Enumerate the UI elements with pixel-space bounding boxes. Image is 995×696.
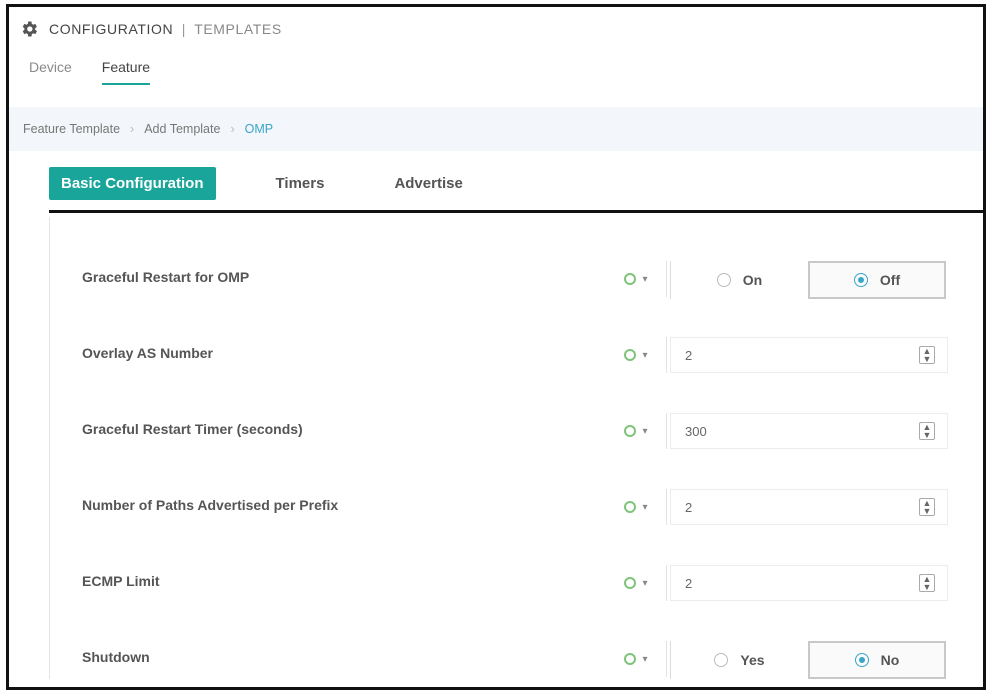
input-value: 2: [685, 499, 693, 515]
form-row-ecmp-limit: ECMP Limit ▾ 2 ▲ ▼: [50, 561, 973, 605]
field-label: Shutdown: [82, 649, 150, 665]
ecmp-limit-input[interactable]: 2 ▲ ▼: [670, 565, 948, 601]
app-window: CONFIGURATION | TEMPLATES Device Feature…: [6, 4, 986, 690]
form-panel: Graceful Restart for OMP ▾ On Off Overla…: [49, 217, 973, 679]
field-label: Overlay AS Number: [82, 345, 213, 361]
spinner-icon[interactable]: ▲ ▼: [919, 422, 935, 440]
input-value: 2: [685, 347, 693, 363]
breadcrumb: Feature Template › Add Template › OMP: [9, 107, 983, 151]
scope-dropdown[interactable]: ▾: [606, 261, 667, 297]
tab-timers[interactable]: Timers: [276, 175, 325, 192]
spinner-icon[interactable]: ▲ ▼: [919, 498, 935, 516]
breadcrumb-feature-template[interactable]: Feature Template: [23, 122, 120, 136]
form-row-paths-per-prefix: Number of Paths Advertised per Prefix ▾ …: [50, 485, 973, 529]
default-scope-icon: [624, 501, 637, 513]
tab-advertise[interactable]: Advertise: [394, 175, 462, 192]
default-scope-icon: [624, 425, 637, 437]
form-row-overlay-as: Overlay AS Number ▾ 2 ▲ ▼: [50, 333, 973, 377]
scope-dropdown[interactable]: ▾: [606, 565, 667, 601]
graceful-restart-timer-input[interactable]: 300 ▲ ▼: [670, 413, 948, 449]
radio-on[interactable]: On: [670, 261, 808, 299]
default-scope-icon: [624, 577, 637, 589]
radio-label: On: [742, 272, 763, 288]
field-label: Graceful Restart Timer (seconds): [82, 421, 303, 437]
radio-icon: [716, 273, 731, 287]
breadcrumb-separator: ›: [130, 122, 135, 136]
form-row-shutdown: Shutdown ▾ Yes No: [50, 637, 973, 681]
field-label: Graceful Restart for OMP: [82, 269, 250, 285]
scope-dropdown[interactable]: ▾: [606, 641, 667, 677]
title-separator: |: [181, 21, 186, 37]
section-divider: [49, 210, 983, 213]
field-label: ECMP Limit: [82, 573, 160, 589]
radio-label: No: [880, 652, 900, 668]
radio-selected-icon: [854, 653, 869, 667]
section-tabs: Basic Configuration Timers Advertise: [49, 167, 533, 200]
chevron-down-icon: ▾: [642, 653, 648, 665]
form-row-graceful-restart: Graceful Restart for OMP ▾ On Off: [50, 257, 973, 301]
title-main: CONFIGURATION: [49, 21, 174, 37]
radio-yes[interactable]: Yes: [670, 641, 808, 679]
default-scope-icon: [624, 273, 637, 285]
radio-no[interactable]: No: [808, 641, 946, 679]
breadcrumb-separator: ›: [230, 122, 235, 136]
radio-label: Yes: [740, 652, 765, 668]
chevron-down-icon: ▾: [642, 349, 648, 361]
tab-basic-configuration[interactable]: Basic Configuration: [49, 167, 216, 200]
title-bar: CONFIGURATION | TEMPLATES: [9, 7, 983, 51]
chevron-down-icon: ▾: [642, 501, 648, 513]
input-value: 300: [685, 423, 707, 439]
overlay-as-number-input[interactable]: 2 ▲ ▼: [670, 337, 948, 373]
radio-off[interactable]: Off: [808, 261, 946, 299]
default-scope-icon: [624, 653, 637, 665]
page-title: CONFIGURATION | TEMPLATES: [49, 21, 282, 37]
breadcrumb-add-template[interactable]: Add Template: [144, 122, 220, 136]
breadcrumb-omp: OMP: [244, 122, 274, 136]
field-label: Number of Paths Advertised per Prefix: [82, 497, 339, 513]
chevron-down-icon: ▾: [642, 425, 648, 437]
scope-dropdown[interactable]: ▾: [606, 337, 667, 373]
input-value: 2: [685, 575, 693, 591]
chevron-down-icon: ▾: [642, 273, 648, 285]
radio-selected-icon: [853, 273, 868, 287]
paths-per-prefix-input[interactable]: 2 ▲ ▼: [670, 489, 948, 525]
default-scope-icon: [624, 349, 637, 361]
gear-icon: [22, 21, 37, 37]
graceful-restart-radio-group: On Off: [670, 261, 950, 299]
chevron-down-icon: ▾: [642, 577, 648, 589]
top-tabs: Device Feature: [29, 59, 151, 85]
title-sub: TEMPLATES: [194, 21, 282, 37]
spinner-icon[interactable]: ▲ ▼: [919, 574, 935, 592]
shutdown-radio-group: Yes No: [670, 641, 950, 679]
radio-label: Off: [879, 272, 901, 288]
radio-icon: [714, 653, 729, 667]
scope-dropdown[interactable]: ▾: [606, 489, 667, 525]
form-row-graceful-restart-timer: Graceful Restart Timer (seconds) ▾ 300 ▲…: [50, 409, 973, 453]
tab-feature[interactable]: Feature: [101, 59, 151, 85]
spinner-icon[interactable]: ▲ ▼: [919, 346, 935, 364]
scope-dropdown[interactable]: ▾: [606, 413, 667, 449]
tab-device[interactable]: Device: [29, 59, 72, 85]
